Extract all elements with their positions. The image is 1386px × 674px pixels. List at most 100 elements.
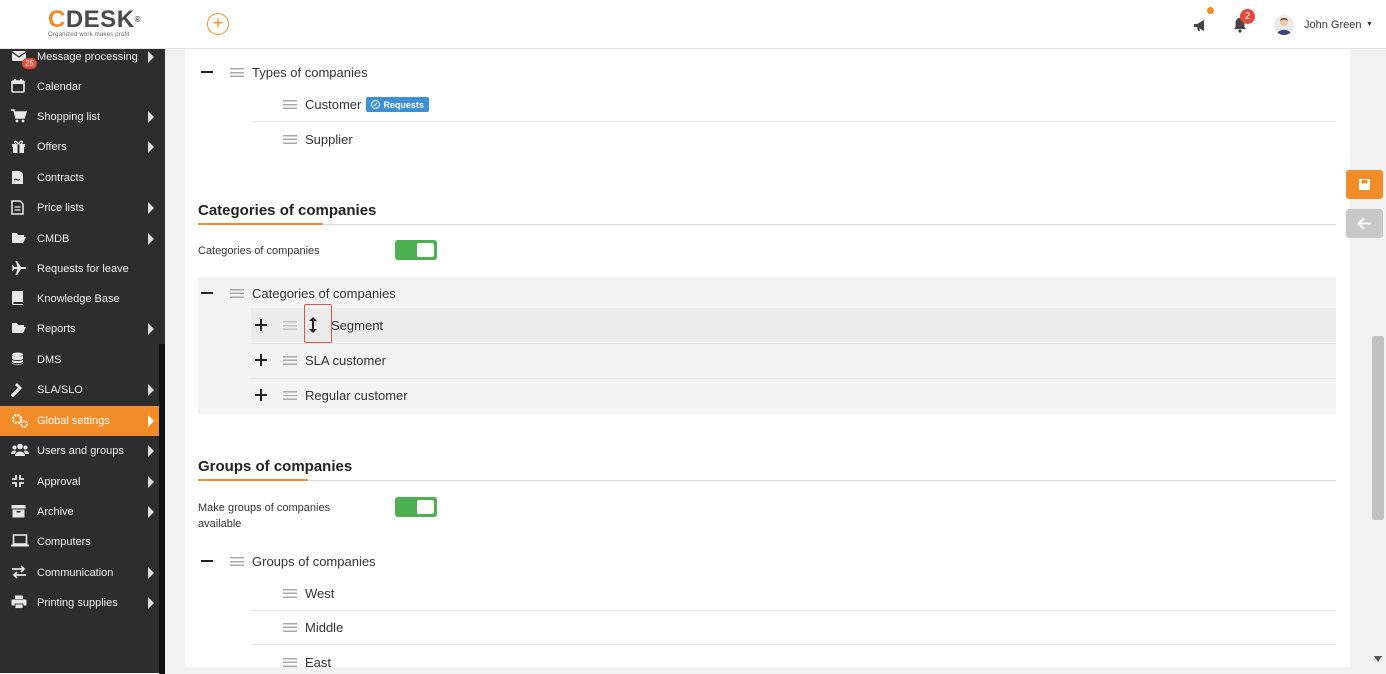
tree-item-east[interactable]: East: [283, 654, 331, 670]
sidebar-item-label: Approval: [37, 476, 81, 488]
drag-handle-icon[interactable]: [283, 390, 297, 400]
top-bar: CDESK® Organized work makes profit + 2 J…: [0, 0, 1386, 49]
sidebar-scrollbar[interactable]: [159, 344, 165, 674]
link-icon: [371, 100, 381, 109]
expand-icon[interactable]: [255, 319, 267, 331]
chevron-right-icon[interactable]: [148, 51, 154, 63]
tree-label: Regular customer: [305, 387, 408, 403]
chevron-right-icon[interactable]: [148, 597, 154, 609]
sidebar-item-label: Computers: [37, 536, 91, 548]
book-icon: [11, 291, 31, 307]
row-divider: [251, 644, 1336, 645]
sidebar-item-dms[interactable]: DMS: [0, 345, 159, 375]
user-name[interactable]: John Green: [1304, 19, 1361, 31]
print-icon: [11, 595, 31, 611]
tree-item-sla-customer[interactable]: SLA customer: [255, 352, 386, 368]
chevron-right-icon[interactable]: [148, 506, 154, 518]
tree-item-middle[interactable]: Middle: [283, 619, 343, 635]
sidebar-item-contracts[interactable]: Contracts: [0, 163, 159, 193]
collapse-icon[interactable]: [201, 292, 213, 294]
sidebar-item-label: Contracts: [37, 172, 85, 184]
logo-registered: ®: [134, 15, 141, 24]
drag-handle-icon[interactable]: [230, 288, 244, 298]
sidebar-item-offers[interactable]: Offers: [0, 132, 159, 162]
tree-item-customer[interactable]: Customer Requests: [283, 96, 429, 113]
chevron-right-icon[interactable]: [148, 384, 154, 396]
sidebar-item-label: Message processing: [37, 51, 138, 63]
cdesk-logo[interactable]: CDESK® Organized work makes profit: [48, 8, 141, 39]
save-button[interactable]: [1346, 170, 1383, 199]
sidebar-item-label: Communication: [37, 567, 114, 579]
sidebar-item-users-and-groups[interactable]: Users and groups: [0, 436, 159, 466]
expand-icon[interactable]: [255, 354, 267, 366]
scroll-down-arrow[interactable]: [1374, 656, 1382, 662]
drag-handle-icon[interactable]: [283, 320, 297, 330]
sidebar-item-communication[interactable]: Communication: [0, 558, 159, 588]
back-button[interactable]: [1346, 209, 1383, 238]
groups-toggle-label: Make groups of companies available: [198, 500, 330, 532]
section-divider: [198, 480, 1336, 481]
chevron-down-icon[interactable]: ▼: [1366, 21, 1373, 28]
sidebar-item-calendar[interactable]: Calendar: [0, 72, 159, 102]
sidebar-item-cmdb[interactable]: CMDB: [0, 224, 159, 254]
drag-handle-icon[interactable]: [283, 622, 297, 632]
megaphone-icon[interactable]: [1192, 16, 1210, 34]
chevron-right-icon[interactable]: [148, 445, 154, 457]
requests-badge[interactable]: Requests: [366, 97, 429, 112]
drag-handle-icon[interactable]: [283, 588, 297, 598]
tree-label: Supplier: [305, 132, 353, 147]
chevron-right-icon[interactable]: [148, 233, 154, 245]
page-scrollbar-thumb[interactable]: [1372, 336, 1384, 520]
sidebar-item-price-lists[interactable]: Price lists: [0, 193, 159, 223]
tree-item-supplier[interactable]: Supplier: [283, 131, 353, 148]
requests-badge-label: Requests: [383, 99, 424, 110]
sidebar-item-requests-for-leave[interactable]: Requests for leave: [0, 254, 159, 284]
sidebar-item-global-settings[interactable]: Global settings: [0, 406, 159, 436]
row-divider: [251, 610, 1336, 611]
sidebar-item-printing-supplies[interactable]: Printing supplies: [0, 588, 159, 618]
chevron-right-icon[interactable]: [148, 111, 154, 123]
drag-handle-icon[interactable]: [230, 67, 244, 77]
types-tree-root: Types of companies: [201, 64, 368, 80]
sidebar-item-sla-slo[interactable]: SLA/SLO: [0, 375, 159, 405]
drag-handle-icon[interactable]: [283, 100, 297, 109]
sidebar-item-label: Price lists: [37, 202, 85, 214]
folder-open-icon: [11, 231, 31, 247]
sidebar-item-label: SLA/SLO: [37, 384, 83, 396]
tree-item-west[interactable]: West: [283, 585, 334, 601]
categories-toggle[interactable]: [395, 240, 437, 260]
user-avatar[interactable]: [1274, 15, 1294, 35]
collapse-icon[interactable]: [201, 71, 213, 73]
archive-icon: [11, 504, 31, 520]
sidebar-item-label: Reports: [37, 323, 76, 335]
expand-icon[interactable]: [255, 389, 267, 401]
drag-handle-icon[interactable]: [283, 135, 297, 144]
drag-handle-icon[interactable]: [283, 355, 297, 365]
sidebar-item-reports[interactable]: Reports: [0, 314, 159, 344]
tree-label: West: [305, 585, 335, 601]
chevron-right-icon[interactable]: [148, 323, 154, 335]
tree-item-regular-customer[interactable]: Regular customer: [255, 387, 408, 403]
floppy-disk-icon: [1359, 179, 1370, 190]
sidebar-item-archive[interactable]: Archive: [0, 497, 159, 527]
gift-icon: [11, 139, 31, 155]
sidebar-item-approval[interactable]: Approval: [0, 467, 159, 497]
chevron-right-icon[interactable]: [148, 202, 154, 214]
collapse-icon[interactable]: [201, 560, 213, 562]
add-button[interactable]: +: [207, 13, 229, 35]
groups-tree-root: Groups of companies: [201, 553, 376, 569]
chevron-right-icon[interactable]: [148, 476, 154, 488]
section-title-groups: Groups of companies: [198, 458, 353, 475]
sidebar-item-knowledge-base[interactable]: Knowledge Base: [0, 284, 159, 314]
chevron-right-icon[interactable]: [148, 415, 154, 427]
groups-toggle[interactable]: [395, 497, 437, 517]
chevron-right-icon[interactable]: [148, 567, 154, 579]
drag-handle-icon[interactable]: [283, 657, 297, 667]
sidebar-item-shopping-list[interactable]: Shopping list: [0, 102, 159, 132]
sidebar-item-label: DMS: [37, 354, 62, 366]
drag-handle-icon[interactable]: [230, 556, 244, 566]
chevron-right-icon[interactable]: [148, 141, 154, 153]
row-divider: [251, 343, 1336, 344]
arrow-left-icon: [1357, 217, 1371, 230]
sidebar-item-computers[interactable]: Computers: [0, 527, 159, 557]
